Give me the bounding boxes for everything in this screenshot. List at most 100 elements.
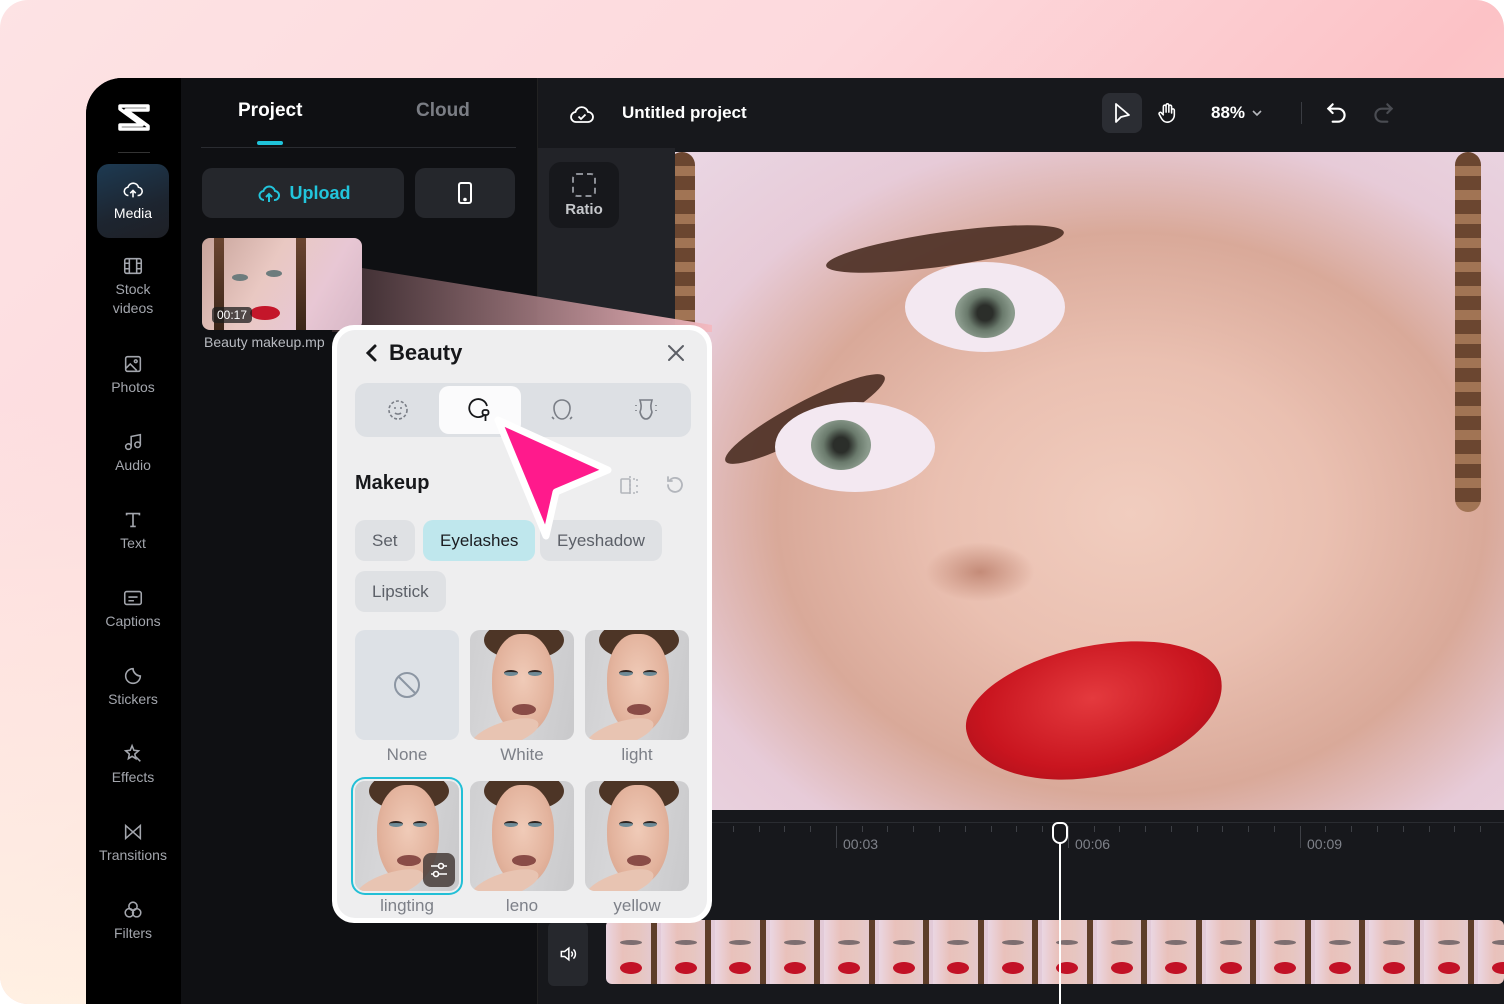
close-icon[interactable] [665, 342, 687, 364]
rail-item-transitions[interactable]: Transitions [97, 806, 169, 880]
frame-detail [923, 920, 929, 984]
frame-detail [1032, 920, 1038, 984]
playhead-handle[interactable] [1052, 822, 1068, 844]
reset-icon[interactable] [663, 473, 687, 497]
frame-detail [674, 962, 697, 974]
frame-detail [947, 940, 969, 945]
frame-detail [1359, 920, 1365, 984]
rail-item-captions[interactable]: Captions [97, 572, 169, 646]
rail-label: Stickers [108, 691, 158, 708]
timeline-tick [1377, 826, 1378, 832]
preset-leno[interactable] [470, 781, 574, 891]
timeline-tick [1299, 826, 1301, 848]
preset-white[interactable] [470, 630, 574, 740]
pointer-cursor-icon [494, 416, 612, 540]
adjust-settings-button[interactable] [423, 853, 455, 887]
left-rail: Media Stock videos Photos Audio Text Cap… [86, 78, 181, 1004]
frame-detail [1086, 920, 1093, 984]
video-track-clip[interactable] [606, 920, 1504, 984]
rail-item-stickers[interactable]: Stickers [97, 650, 169, 724]
hand-tool-button[interactable] [1152, 93, 1182, 133]
rail-item-photos[interactable]: Photos [97, 338, 169, 412]
preset-thumbnail-detail [619, 821, 633, 827]
thumbnail-detail [232, 274, 248, 281]
frame-detail [1250, 920, 1256, 984]
timeline-tick [1119, 826, 1121, 832]
preset-none[interactable] [355, 630, 459, 740]
rail-label: Effects [111, 769, 155, 786]
capcut-logo-icon[interactable] [116, 102, 152, 132]
music-note-icon [124, 434, 142, 451]
phone-icon [458, 182, 472, 204]
tab-project[interactable]: Project [238, 100, 302, 122]
section-title: Makeup [355, 472, 430, 494]
preset-label: leno [505, 896, 539, 915]
video-preview-canvas[interactable] [675, 152, 1504, 810]
frame-detail [1304, 920, 1311, 984]
rail-item-audio[interactable]: Audio [97, 416, 169, 490]
preset-label: yellow [613, 896, 661, 915]
bowtie-transition-icon [124, 824, 142, 841]
rail-label: Text [120, 535, 146, 552]
category-chip-lipstick[interactable]: Lipstick [355, 571, 446, 612]
undo-icon[interactable] [1324, 100, 1350, 126]
preset-yellow[interactable] [585, 781, 689, 891]
frame-detail [729, 962, 751, 974]
frame-detail [1219, 962, 1242, 974]
aspect-ratio-icon [572, 172, 596, 197]
segment-face-retouch[interactable] [357, 386, 439, 434]
project-title[interactable]: Untitled project [622, 103, 747, 123]
filmstrip-frame [933, 920, 988, 984]
preview-detail [955, 288, 1015, 338]
timeline-tick [810, 826, 812, 832]
frame-detail [783, 962, 806, 974]
tab-cloud[interactable]: Cloud [416, 100, 470, 122]
filmstrip-frame [769, 920, 824, 984]
active-tab-indicator [257, 141, 283, 145]
rail-item-stock-videos[interactable]: Stock videos [97, 249, 169, 323]
preset-light[interactable] [585, 630, 689, 740]
frame-detail [1328, 940, 1351, 945]
rail-label: Photos [111, 379, 155, 396]
preview-detail [1455, 152, 1481, 512]
preset-lingting[interactable] [355, 781, 459, 891]
zoom-dropdown[interactable]: 88% [1211, 103, 1263, 123]
select-tool-button[interactable] [1102, 93, 1142, 133]
redo-icon[interactable] [1370, 100, 1396, 126]
filmstrip-frame [824, 920, 879, 984]
frame-detail [783, 940, 806, 945]
rail-item-filters[interactable]: Filters [97, 884, 169, 958]
rail-divider [118, 152, 150, 153]
sliders-icon [431, 862, 447, 878]
timeline-tick [1196, 826, 1198, 832]
frame-detail [1383, 940, 1405, 945]
frame-detail [1141, 920, 1147, 984]
back-chevron-icon[interactable] [363, 342, 381, 364]
preset-thumbnail-detail [512, 855, 536, 866]
timeline-tick [964, 826, 966, 832]
cloud-saved-icon[interactable] [569, 102, 595, 126]
phone-upload-button[interactable] [415, 168, 515, 218]
category-chip-set[interactable]: Set [355, 520, 415, 561]
frame-detail [868, 920, 875, 984]
timeline-tick [887, 826, 889, 832]
playhead[interactable] [1059, 822, 1061, 1004]
upload-button[interactable]: Upload [202, 168, 404, 218]
track-volume-button[interactable] [548, 922, 588, 986]
rail-item-effects[interactable]: Effects [97, 728, 169, 802]
rail-item-text[interactable]: Text [97, 494, 169, 568]
timeline-tick [835, 826, 837, 848]
rail-item-media[interactable]: Media [97, 164, 169, 238]
chevron-down-icon [1252, 110, 1262, 117]
timeline-tick [861, 826, 863, 832]
frame-detail [1437, 940, 1460, 945]
filmstrip-frame [1096, 920, 1151, 984]
frame-detail [1468, 920, 1474, 984]
media-thumbnail[interactable]: 00:17 [202, 238, 362, 330]
preset-label: None [386, 745, 428, 764]
rail-label: Captions [105, 613, 161, 630]
ratio-button[interactable]: Ratio [549, 162, 619, 228]
face-retouch-icon [388, 400, 408, 420]
filmstrip-frame [1042, 920, 1097, 984]
preset-thumbnail-detail [528, 821, 542, 827]
